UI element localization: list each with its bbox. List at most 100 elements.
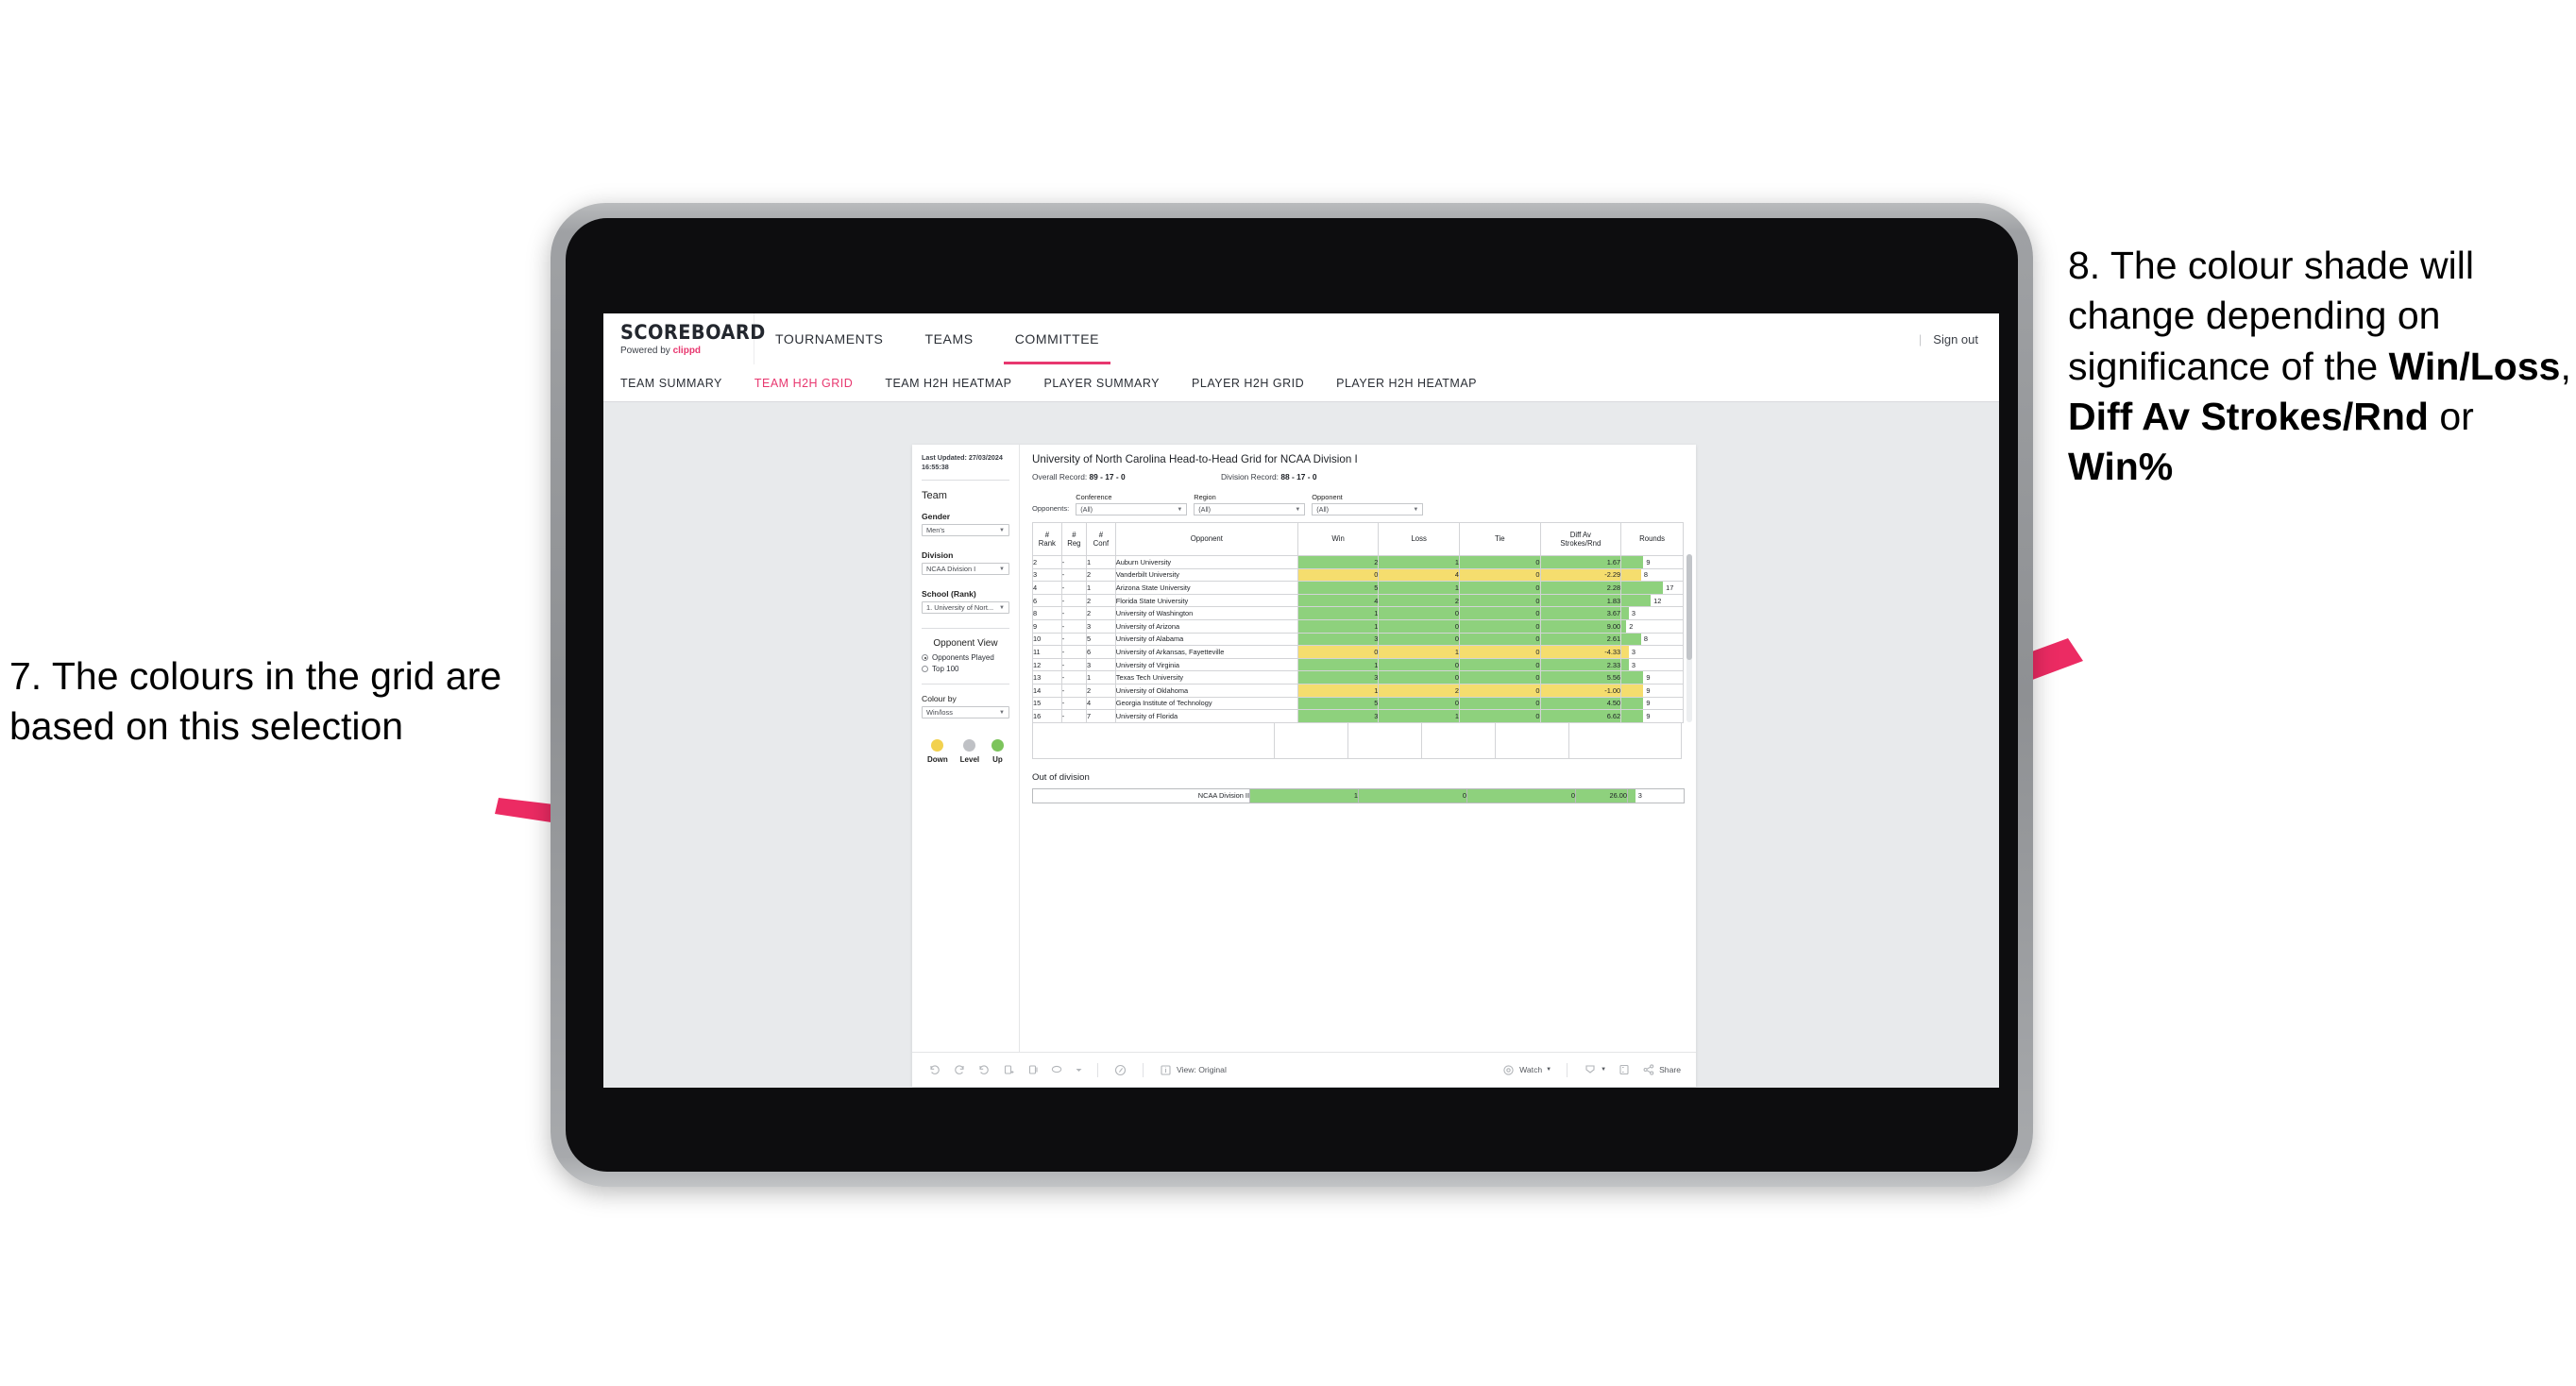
view-icon (1159, 1063, 1173, 1077)
out-of-division-row[interactable]: NCAA Division II 1 0 0 26.00 3 (1032, 787, 1685, 803)
grid-scrollbar[interactable] (1686, 554, 1692, 722)
brand-logo[interactable]: SCOREBOARD Powered by clippd (603, 313, 765, 364)
cell-rounds: 9 (1620, 696, 1684, 711)
th-win: Win (1296, 522, 1380, 556)
cell-opponent: University of Washington (1114, 606, 1298, 620)
cell-loss: 0 (1378, 606, 1460, 620)
cell-rank: 15 (1032, 696, 1062, 711)
chevron-down-icon[interactable] (1075, 1063, 1082, 1077)
cell-tie: 0 (1458, 567, 1541, 583)
annotation-right-mid2: or (2428, 394, 2474, 438)
cell-rounds: 3 (1620, 657, 1684, 672)
table-row[interactable]: 14-2 University of Oklahoma 1 2 0 -1.00 9 (1032, 683, 1684, 698)
reset-icon[interactable] (1113, 1063, 1127, 1077)
sub-nav-player-h2h-heatmap[interactable]: PLAYER H2H HEATMAP (1336, 377, 1477, 390)
cell-tie: 0 (1458, 709, 1541, 723)
out-of-division-title: Out of division (1032, 771, 1090, 783)
cell-opponent: University of Virginia (1114, 657, 1298, 672)
sub-nav-team-summary[interactable]: TEAM SUMMARY (620, 377, 722, 390)
table-row[interactable]: 11-6 University of Arkansas, Fayetteville… (1032, 645, 1684, 659)
cell-rounds: 9 (1620, 683, 1684, 698)
ood-cell-win: 1 (1249, 787, 1359, 803)
radio-top-100-label: Top 100 (932, 665, 959, 674)
refresh-icon[interactable] (1001, 1063, 1015, 1077)
top-nav-tournaments[interactable]: TOURNAMENTS (754, 313, 904, 364)
filter-conference-value: (All) (1080, 505, 1093, 514)
table-row[interactable]: 12-3 University of Virginia 1 0 0 2.33 3 (1032, 657, 1684, 672)
share-button[interactable]: Share (1641, 1063, 1681, 1077)
top-nav-tournaments-label: TOURNAMENTS (775, 331, 884, 346)
filter-opponent-select[interactable]: (All) ▼ (1312, 503, 1424, 516)
filter-region-select[interactable]: (All) ▼ (1194, 503, 1306, 516)
sub-nav-player-h2h-grid[interactable]: PLAYER H2H GRID (1192, 377, 1304, 390)
table-row[interactable]: 2-1 Auburn University 2 1 0 1.67 9 (1032, 555, 1684, 569)
h2h-grid-body: 2-1 Auburn University 2 1 0 1.67 9 3-2 Vanderbil… (1032, 555, 1684, 723)
cell-tie: 0 (1458, 657, 1541, 672)
cell-tie: 0 (1458, 606, 1541, 620)
table-row[interactable]: 13-1 Texas Tech University 3 0 0 5.56 9 (1032, 670, 1684, 685)
lasso-select-icon[interactable] (1050, 1063, 1064, 1077)
chevron-down-icon: ▼ (999, 709, 1005, 716)
last-updated: Last Updated: 27/03/2024 16:55:38 (922, 453, 1009, 471)
school-select[interactable]: 1. University of Nort... ▼ (922, 601, 1009, 615)
radio-top-100[interactable]: Top 100 (922, 665, 1009, 673)
cell-conf: 6 (1086, 645, 1116, 659)
cell-rank: 14 (1032, 683, 1062, 698)
radio-opponents-played[interactable]: Opponents Played (922, 653, 1009, 662)
table-row[interactable]: 15-4 Georgia Institute of Technology 5 0 0 4.… (1032, 696, 1684, 711)
chevron-down-icon: ▼ (1546, 1067, 1552, 1073)
table-row[interactable]: 9-3 University of Arizona 1 0 0 9.00 2 (1032, 618, 1684, 634)
cell-rounds: 9 (1620, 555, 1684, 569)
filter-region-value: (All) (1198, 505, 1212, 514)
sidebar-divider-3 (922, 684, 1009, 685)
undo-icon[interactable] (927, 1063, 941, 1077)
legend-label-level: Level (959, 755, 980, 765)
table-row[interactable]: 10-5 University of Alabama 3 0 0 2.61 8 (1032, 632, 1684, 647)
table-row[interactable]: 8-2 University of Washington 1 0 0 3.67 3 (1032, 606, 1684, 620)
cell-reg: - (1060, 593, 1088, 608)
cell-loss: 4 (1378, 567, 1460, 583)
redo-icon[interactable] (952, 1063, 966, 1077)
watch-label: Watch (1519, 1065, 1543, 1074)
cell-diff: 4.50 (1539, 696, 1622, 711)
top-nav-teams[interactable]: TEAMS (904, 313, 993, 364)
gender-select[interactable]: Men's ▼ (922, 524, 1009, 537)
cell-reg: - (1060, 618, 1088, 634)
sign-out-button[interactable]: Sign out (1933, 332, 1978, 346)
revert-icon[interactable] (976, 1063, 991, 1077)
sub-nav-team-h2h-heatmap[interactable]: TEAM H2H HEATMAP (885, 377, 1011, 390)
cell-reg: - (1060, 645, 1088, 659)
chevron-down-icon: ▼ (999, 566, 1005, 572)
table-row[interactable]: 16-7 University of Florida 3 1 0 6.62 9 (1032, 709, 1684, 723)
cell-tie: 0 (1458, 593, 1541, 608)
cell-diff: 6.62 (1539, 709, 1622, 723)
pause-updates-icon[interactable] (1025, 1063, 1040, 1077)
overall-record-label: Overall Record: (1032, 472, 1090, 482)
colour-by-select[interactable]: Win/loss ▼ (922, 706, 1009, 719)
table-row[interactable]: 4-1 Arizona State University 5 1 0 2.28 17 (1032, 581, 1684, 595)
watch-button[interactable]: Watch ▼ (1501, 1063, 1551, 1077)
table-row[interactable]: 3-2 Vanderbilt University 0 4 0 -2.29 8 (1032, 567, 1684, 583)
cell-loss: 0 (1378, 670, 1460, 685)
chevron-down-icon: ▼ (1413, 506, 1419, 513)
filter-region: Region (All) ▼ (1194, 493, 1306, 516)
cell-conf: 2 (1086, 683, 1116, 698)
grid-scrollbar-thumb[interactable] (1686, 554, 1692, 660)
sub-nav-team-h2h-grid[interactable]: TEAM H2H GRID (754, 377, 853, 390)
radio-opponents-played-label: Opponents Played (932, 653, 994, 663)
download-button[interactable]: ▼ (1583, 1063, 1606, 1077)
cell-conf: 2 (1086, 567, 1116, 583)
brand-tagline-accent: clippd (672, 345, 702, 356)
filter-conference-select[interactable]: (All) ▼ (1076, 503, 1188, 516)
annotation-right-bold1: Win/Loss (2388, 344, 2561, 388)
sub-nav-player-summary[interactable]: PLAYER SUMMARY (1043, 377, 1160, 390)
cell-rank: 9 (1032, 618, 1062, 634)
cell-conf: 2 (1086, 606, 1116, 620)
view-original-button[interactable]: View: Original (1159, 1063, 1227, 1077)
sign-out-separator: | (1918, 331, 1923, 346)
division-select[interactable]: NCAA Division I ▼ (922, 563, 1009, 576)
table-row[interactable]: 6-2 Florida State University 4 2 0 1.83 12 (1032, 593, 1684, 608)
top-nav-committee[interactable]: COMMITTEE (994, 313, 1120, 364)
radio-icon (922, 654, 928, 662)
fullscreen-icon[interactable] (1617, 1063, 1631, 1077)
